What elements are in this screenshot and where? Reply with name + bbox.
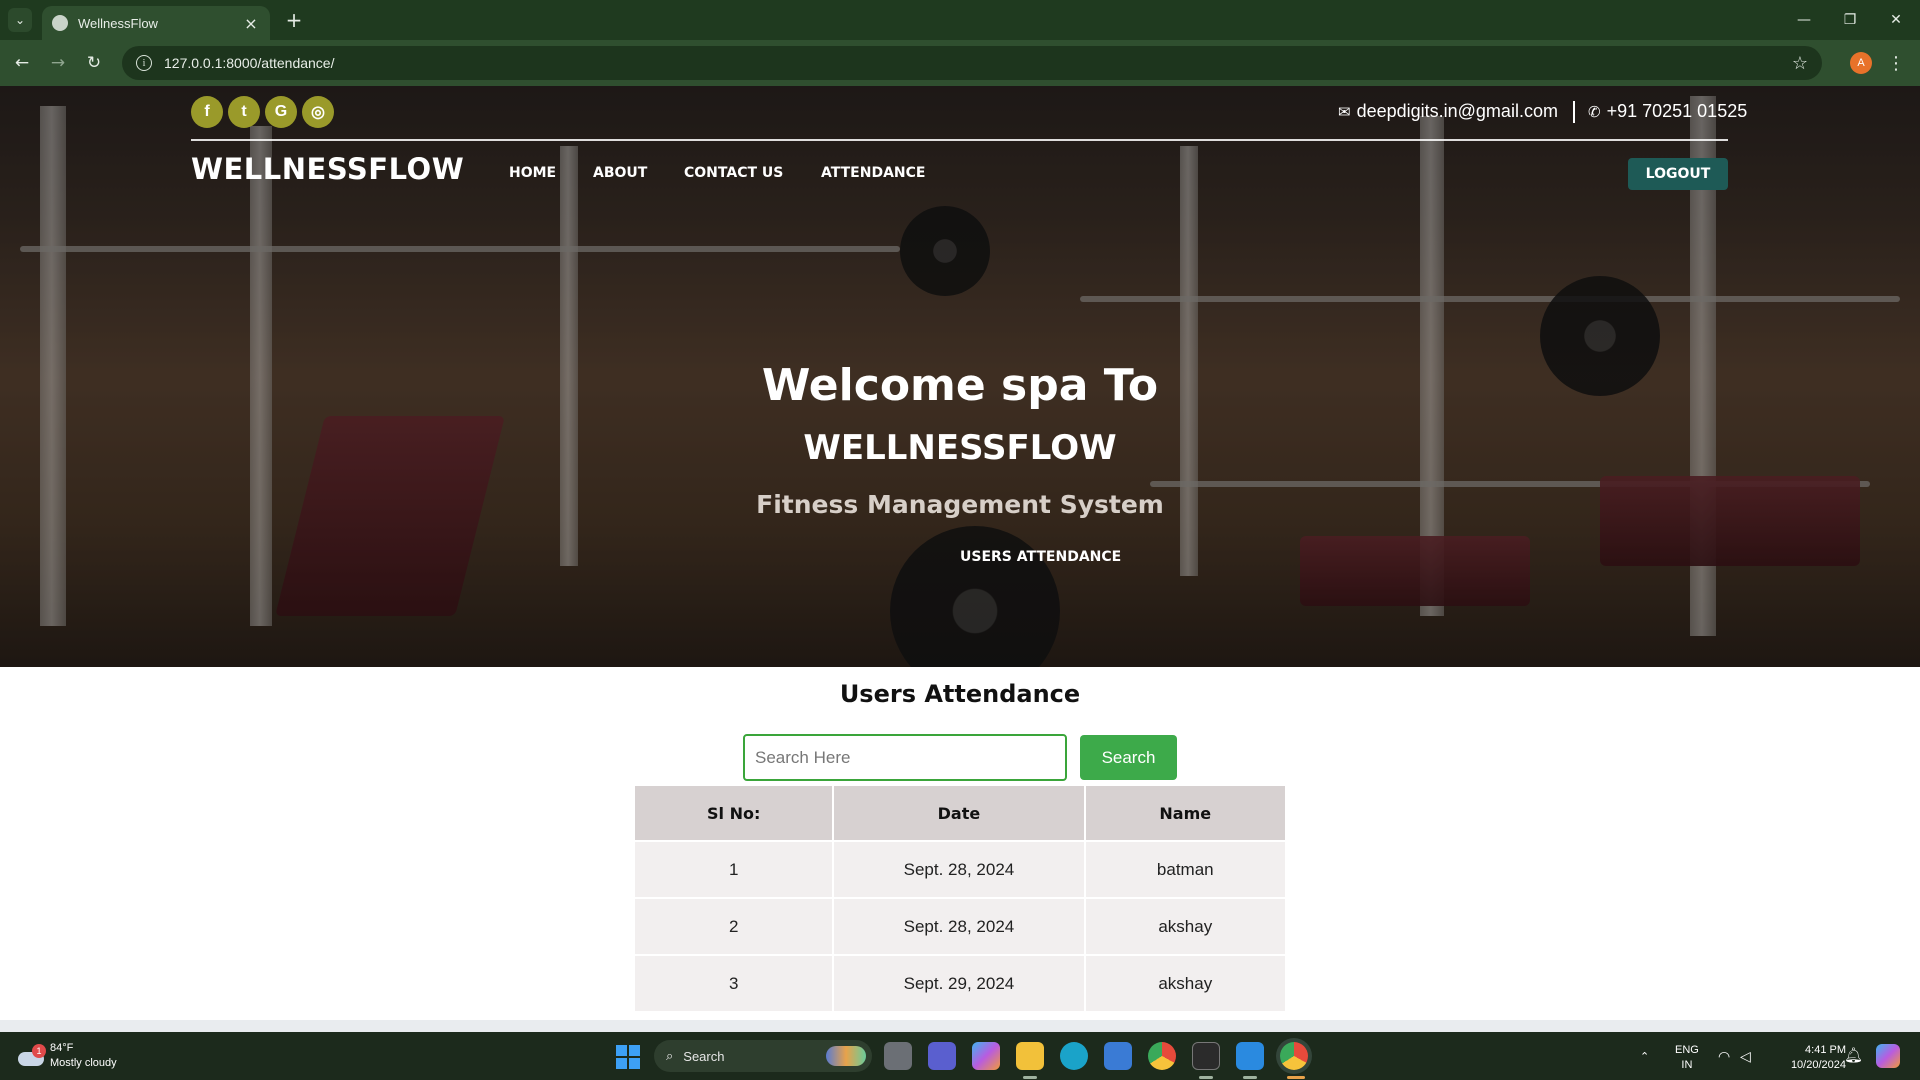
task-view-icon[interactable] xyxy=(884,1042,912,1070)
minimize-icon[interactable]: — xyxy=(1792,8,1816,32)
table-header-row: Sl No: Date Name xyxy=(635,786,1285,840)
clock-date: 10/20/2024 xyxy=(1790,1059,1846,1071)
reload-icon[interactable]: ↻ xyxy=(82,51,106,75)
copilot-app-icon[interactable] xyxy=(972,1042,1000,1070)
chrome-icon[interactable] xyxy=(1148,1042,1176,1070)
column-header-sl-no: Sl No: xyxy=(635,786,833,840)
wifi-icon[interactable]: ◠ xyxy=(1718,1032,1730,1080)
chevron-up-icon[interactable]: ⌃ xyxy=(1640,1032,1649,1080)
notification-bell-icon[interactable]: 🔔︎ xyxy=(1844,1046,1863,1064)
contact-divider xyxy=(1573,101,1575,123)
tab-title: WellnessFlow xyxy=(78,15,158,31)
clock-time: 4:41 PM xyxy=(1805,1044,1846,1056)
address-bar[interactable]: i 127.0.0.1:8000/attendance/ ☆ xyxy=(122,46,1822,80)
table-row: 1 Sept. 28, 2024 batman xyxy=(635,842,1285,897)
weather-widget[interactable]: 1 xyxy=(18,1044,46,1068)
search-button[interactable]: Search xyxy=(1080,735,1177,780)
edge-icon[interactable] xyxy=(1060,1042,1088,1070)
table-row: 2 Sept. 28, 2024 akshay xyxy=(635,899,1285,954)
column-header-date: Date xyxy=(834,786,1084,840)
info-icon[interactable]: i xyxy=(136,55,152,71)
lang-bottom: IN xyxy=(1681,1059,1693,1071)
email-text[interactable]: deepdigits.in@gmail.com xyxy=(1357,101,1558,122)
facebook-icon[interactable]: f xyxy=(191,96,223,128)
column-header-name: Name xyxy=(1085,786,1285,840)
chevron-down-icon[interactable]: ⌄ xyxy=(8,8,32,32)
weather-temp: 84°F xyxy=(50,1042,74,1054)
search-input[interactable] xyxy=(743,734,1067,781)
contact-phone[interactable]: ✆ +91 70251 01525 xyxy=(1588,101,1747,122)
browser-toolbar: ← → ↻ i 127.0.0.1:8000/attendance/ ☆ A ⋮ xyxy=(0,40,1920,86)
page-title: Users Attendance xyxy=(839,680,1081,708)
cell-date: Sept. 29, 2024 xyxy=(834,956,1084,1011)
cell-name: akshay xyxy=(1085,956,1285,1011)
windows-taskbar: 1 84°F Mostly cloudy ⌕ Search ⌃ ENG IN ◠… xyxy=(0,1032,1920,1080)
cell-date: Sept. 28, 2024 xyxy=(834,899,1084,954)
site-logo[interactable]: WELLNESSFLOW xyxy=(191,152,464,186)
cell-sl-no: 1 xyxy=(635,842,833,897)
twitter-icon[interactable]: t xyxy=(228,96,260,128)
close-icon[interactable]: × xyxy=(242,14,260,33)
active-indicator xyxy=(1287,1076,1305,1079)
running-indicator xyxy=(1023,1076,1037,1079)
instagram-icon[interactable]: ◎ xyxy=(302,96,334,128)
logout-button[interactable]: LOGOUT xyxy=(1628,158,1728,190)
store-icon[interactable] xyxy=(1104,1042,1132,1070)
cell-name: batman xyxy=(1085,842,1285,897)
cell-sl-no: 2 xyxy=(635,899,833,954)
phone-icon: ✆ xyxy=(1588,103,1601,121)
plus-icon[interactable]: + xyxy=(282,8,306,32)
kebab-icon[interactable]: ⋮ xyxy=(1887,51,1905,75)
hero-heading: Welcome spa To xyxy=(761,360,1159,411)
taskbar-search-label: Search xyxy=(683,1048,725,1064)
contact-email[interactable]: ✉ deepdigits.in@gmail.com xyxy=(1338,101,1558,122)
nav-attendance[interactable]: ATTENDANCE xyxy=(821,165,925,181)
restore-icon[interactable]: ❐ xyxy=(1838,8,1862,32)
chrome-active-icon[interactable] xyxy=(1280,1042,1308,1070)
cell-date: Sept. 28, 2024 xyxy=(834,842,1084,897)
star-icon[interactable]: ☆ xyxy=(1792,53,1808,74)
terminal-icon[interactable] xyxy=(1192,1042,1220,1070)
window-close-icon[interactable]: ✕ xyxy=(1884,8,1908,32)
cell-name: akshay xyxy=(1085,899,1285,954)
page-scroll-edge xyxy=(0,1020,1920,1032)
search-icon: ⌕ xyxy=(666,1048,674,1063)
browser-tab-strip: ⌄ WellnessFlow × + — ❐ ✕ xyxy=(0,0,1920,40)
weather-desc: Mostly cloudy xyxy=(50,1057,117,1069)
running-indicator xyxy=(1199,1076,1213,1079)
arrow-left-icon[interactable]: ← xyxy=(10,51,34,75)
nav-home[interactable]: HOME xyxy=(509,165,556,181)
hero-brand: WELLNESSFLOW xyxy=(803,428,1117,468)
arrow-right-icon[interactable]: → xyxy=(46,51,70,75)
globe-icon xyxy=(52,15,68,31)
running-indicator xyxy=(1243,1076,1257,1079)
table-row: 3 Sept. 29, 2024 akshay xyxy=(635,956,1285,1011)
search-highlight-art xyxy=(826,1046,866,1066)
weather-text[interactable]: 84°F Mostly cloudy xyxy=(50,1041,117,1071)
system-clock[interactable]: 4:41 PM 10/20/2024 xyxy=(1770,1043,1846,1073)
mail-icon: ✉ xyxy=(1338,103,1351,121)
cell-sl-no: 3 xyxy=(635,956,833,1011)
windows-start-icon[interactable] xyxy=(616,1045,640,1069)
url-text[interactable]: 127.0.0.1:8000/attendance/ xyxy=(164,55,1792,71)
copilot-icon[interactable] xyxy=(1876,1044,1900,1068)
phone-text[interactable]: +91 70251 01525 xyxy=(1607,101,1748,122)
vscode-icon[interactable] xyxy=(1236,1042,1264,1070)
volume-icon[interactable]: ◁ xyxy=(1740,1032,1751,1080)
nav-contact-us[interactable]: CONTACT US xyxy=(684,165,783,181)
file-explorer-icon[interactable] xyxy=(1016,1042,1044,1070)
page-breadcrumb: USERS ATTENDANCE xyxy=(960,549,1122,565)
browser-tab[interactable]: WellnessFlow × xyxy=(42,6,270,40)
language-indicator[interactable]: ENG IN xyxy=(1675,1043,1699,1073)
weather-badge: 1 xyxy=(32,1044,46,1058)
header-divider xyxy=(191,139,1728,141)
lang-top: ENG xyxy=(1675,1044,1699,1056)
teams-icon[interactable] xyxy=(928,1042,956,1070)
google-icon[interactable]: G xyxy=(265,96,297,128)
hero-subtitle: Fitness Management System xyxy=(756,490,1164,519)
profile-avatar[interactable]: A xyxy=(1850,52,1872,74)
attendance-table: Sl No: Date Name 1 Sept. 28, 2024 batman… xyxy=(633,784,1287,1013)
nav-about[interactable]: ABOUT xyxy=(593,165,647,181)
taskbar-search[interactable]: ⌕ Search xyxy=(654,1040,872,1072)
